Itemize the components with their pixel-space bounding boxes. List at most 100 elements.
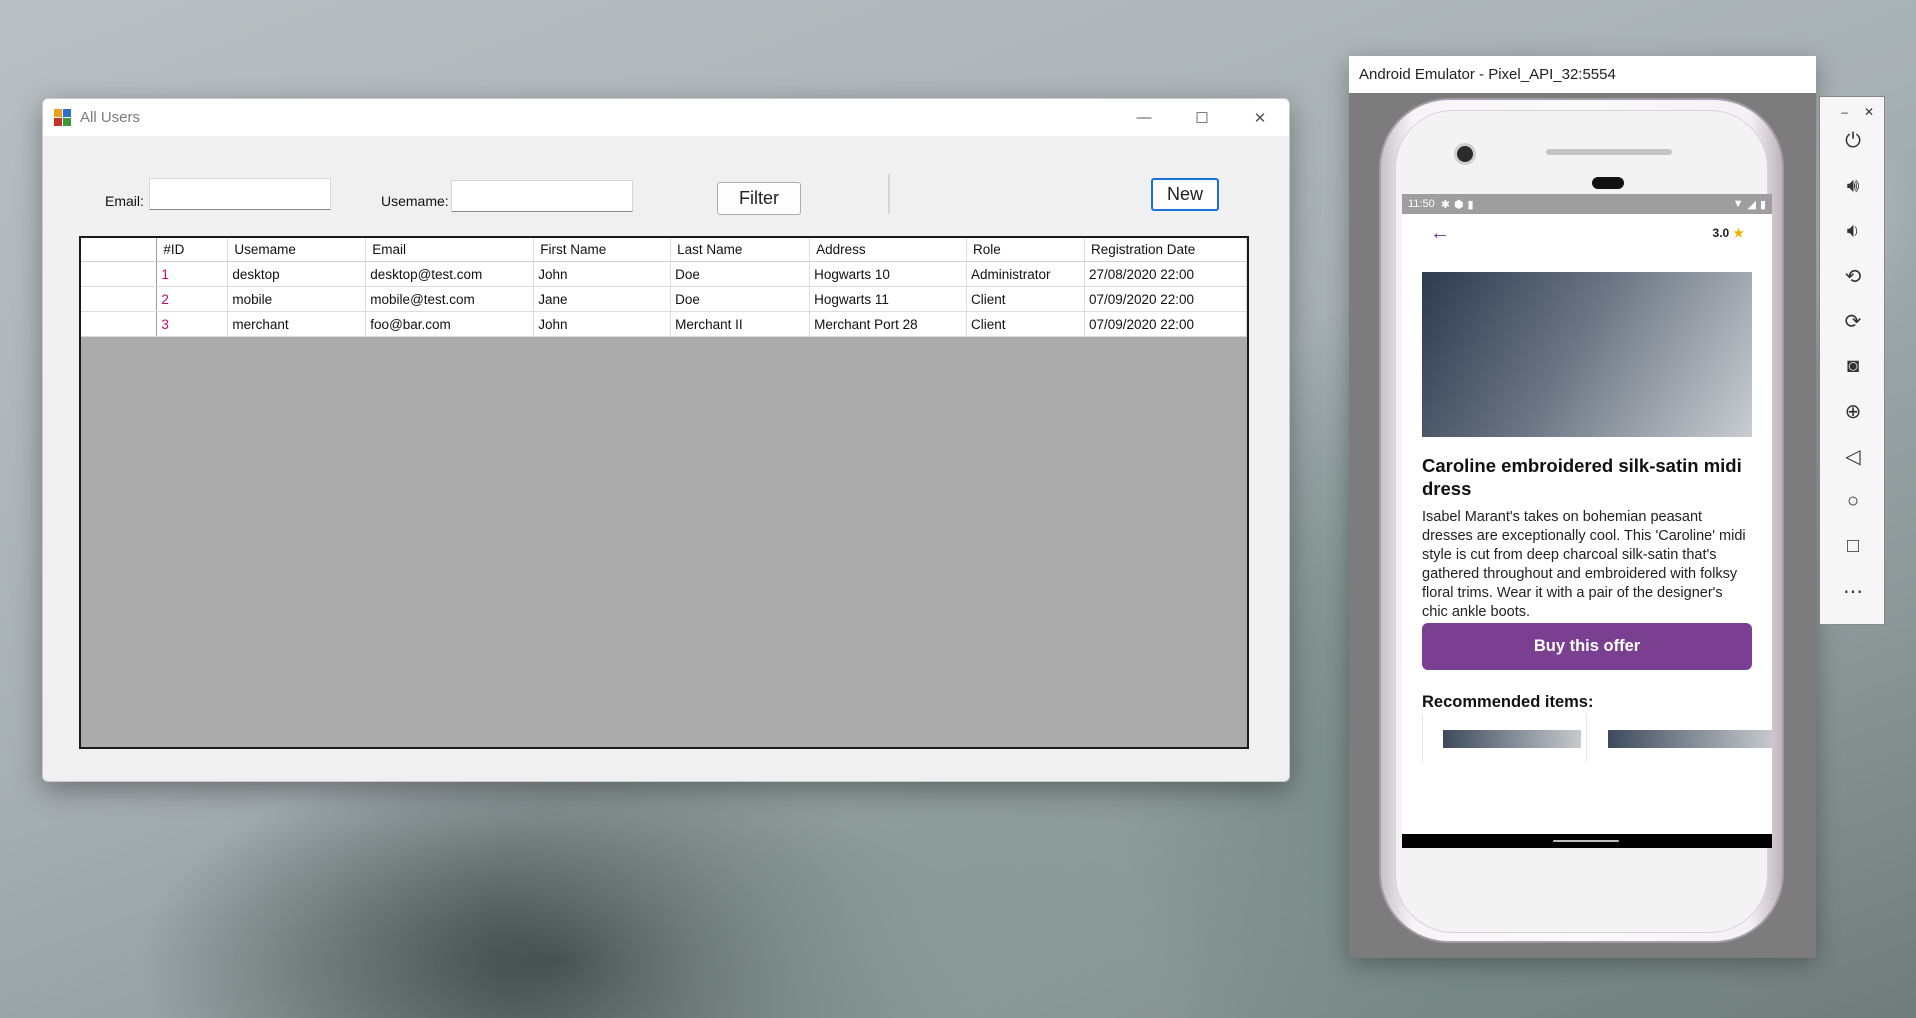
volume-up-icon[interactable]: 🔊︎ (1820, 164, 1886, 209)
cell-username[interactable]: merchant (227, 311, 367, 337)
cell-id[interactable]: 1 (156, 261, 229, 287)
column-header-first-name[interactable]: First Name (533, 238, 672, 262)
app-bar: ← 3.0 ★ (1402, 214, 1772, 258)
emulator-side-panel: – ✕ ⏻ 🔊︎ 🔉︎ ⟲ ⟳ ◙ ⊕ ◁ ○ □ ⋯ (1819, 96, 1885, 625)
cell-role[interactable]: Client (966, 286, 1085, 312)
email-label: Email: (105, 193, 144, 209)
rating-badge: 3.0 ★ (1713, 226, 1744, 240)
cell-role[interactable]: Client (966, 311, 1085, 337)
table-row[interactable]: 3 merchant foo@bar.com John Merchant II … (81, 311, 1248, 337)
zoom-icon[interactable]: ⊕ (1820, 389, 1886, 434)
cell-last-name[interactable]: Doe (670, 261, 811, 287)
column-header-registration-date[interactable]: Registration Date (1084, 238, 1248, 262)
star-icon: ★ (1733, 226, 1744, 240)
status-time: 11:50 (1408, 198, 1435, 210)
column-header-email[interactable]: Email (365, 238, 535, 262)
power-icon[interactable]: ⏻ (1820, 119, 1886, 164)
cell-first-name[interactable]: John (533, 311, 672, 337)
table-row[interactable]: 1 desktop desktop@test.com John Doe Hogw… (81, 261, 1248, 287)
row-header-corner (81, 238, 158, 262)
status-bar: 11:50 ✱ ⬢ ▮ ▼ ◢ ▮ (1402, 194, 1772, 214)
email-field[interactable] (149, 178, 331, 210)
grid-header-row: #ID Usemame Email First Name Last Name A… (81, 238, 1248, 262)
phone-screen[interactable]: 11:50 ✱ ⬢ ▮ ▼ ◢ ▮ ← 3.0 ★ Caroline embroi… (1402, 194, 1772, 848)
row-header[interactable] (81, 261, 158, 287)
settings-status-icon: ✱ (1440, 198, 1450, 211)
new-button[interactable]: New (1151, 178, 1219, 211)
rating-value: 3.0 (1712, 226, 1730, 240)
earpiece-speaker (1546, 149, 1672, 155)
cell-role[interactable]: Administrator (966, 261, 1085, 287)
gesture-nav-bar[interactable] (1402, 834, 1772, 848)
toolbar-separator (888, 174, 890, 214)
cell-first-name[interactable]: Jane (533, 286, 672, 312)
cell-address[interactable]: Hogwarts 10 (809, 261, 968, 287)
emulator-titlebar[interactable]: Android Emulator - Pixel_API_32:5554 (1349, 56, 1816, 93)
cell-email[interactable]: mobile@test.com (365, 286, 535, 312)
sd-card-status-icon: ▮ (1467, 198, 1474, 211)
camera-icon[interactable]: ◙ (1820, 344, 1886, 389)
cell-address[interactable]: Merchant Port 28 (809, 311, 968, 337)
cell-last-name[interactable]: Doe (670, 286, 811, 312)
recommended-item-card[interactable] (1586, 714, 1772, 762)
cell-first-name[interactable]: John (533, 261, 672, 287)
username-label: Usemame: (381, 193, 449, 209)
column-header-username[interactable]: Usemame (227, 238, 367, 262)
home-gesture-handle[interactable] (1553, 840, 1619, 842)
panel-close-icon[interactable]: ✕ (1864, 105, 1874, 119)
shield-status-icon: ⬢ (1453, 198, 1464, 211)
home-icon[interactable]: ○ (1820, 479, 1886, 524)
column-header-id[interactable]: #ID (156, 238, 229, 262)
back-icon[interactable]: ◁ (1820, 434, 1886, 479)
overview-icon[interactable]: □ (1820, 524, 1886, 569)
recommended-item-image (1608, 730, 1772, 748)
cell-username[interactable]: mobile (227, 286, 367, 312)
filter-bar: Email: Usemame: Filter New (43, 136, 1289, 226)
back-arrow-icon[interactable]: ← (1430, 222, 1450, 245)
volume-down-icon[interactable]: 🔉︎ (1820, 209, 1886, 254)
rotate-right-icon[interactable]: ⟳ (1820, 299, 1886, 344)
cell-id[interactable]: 2 (156, 286, 229, 312)
cell-registration-date[interactable]: 27/08/2020 22:00 (1084, 261, 1248, 287)
android-emulator-window: Android Emulator - Pixel_API_32:5554 11:… (1349, 56, 1816, 958)
column-header-last-name[interactable]: Last Name (670, 238, 811, 262)
battery-icon: ▮ (1759, 198, 1766, 211)
maximize-button[interactable]: ☐ (1173, 99, 1231, 136)
front-camera-icon (1454, 143, 1476, 165)
product-image (1422, 272, 1752, 437)
cell-address[interactable]: Hogwarts 11 (809, 286, 968, 312)
signal-icon: ◢ (1747, 198, 1756, 211)
window-titlebar[interactable]: All Users — ☐ ✕ (43, 99, 1289, 136)
table-row[interactable]: 2 mobile mobile@test.com Jane Doe Hogwar… (81, 286, 1248, 312)
cell-email[interactable]: foo@bar.com (365, 311, 535, 337)
buy-offer-button[interactable]: Buy this offer (1422, 623, 1752, 670)
cell-id[interactable]: 3 (156, 311, 229, 337)
column-header-address[interactable]: Address (809, 238, 968, 262)
cell-registration-date[interactable]: 07/09/2020 22:00 (1084, 286, 1248, 312)
column-header-role[interactable]: Role (966, 238, 1085, 262)
close-button[interactable]: ✕ (1231, 99, 1289, 136)
emulator-title: Android Emulator - Pixel_API_32:5554 (1359, 66, 1616, 83)
panel-minimize-icon[interactable]: – (1841, 105, 1848, 119)
minimize-button[interactable]: — (1115, 99, 1173, 136)
more-icon[interactable]: ⋯ (1820, 569, 1886, 614)
proximity-sensor (1592, 177, 1624, 189)
rotate-left-icon[interactable]: ⟲ (1820, 254, 1886, 299)
recommended-heading: Recommended items: (1422, 693, 1594, 711)
all-users-window: All Users — ☐ ✕ Email: Usemame: Filter N… (42, 98, 1290, 782)
product-description: Isabel Marant's takes on bohemian peasan… (1422, 509, 1746, 620)
cell-email[interactable]: desktop@test.com (365, 261, 535, 287)
recommended-item-card[interactable] (1422, 714, 1581, 762)
filter-button[interactable]: Filter (717, 182, 801, 215)
cell-registration-date[interactable]: 07/09/2020 22:00 (1084, 311, 1248, 337)
row-header[interactable] (81, 311, 158, 337)
users-grid[interactable]: #ID Usemame Email First Name Last Name A… (79, 236, 1249, 749)
phone-body: 11:50 ✱ ⬢ ▮ ▼ ◢ ▮ ← 3.0 ★ Caroline embroi… (1379, 98, 1784, 943)
username-field[interactable] (451, 180, 633, 212)
wifi-icon: ▼ (1732, 198, 1744, 210)
product-title: Caroline embroidered silk-satin midi dre… (1422, 455, 1742, 499)
row-header[interactable] (81, 286, 158, 312)
recommended-item-image (1443, 730, 1581, 748)
cell-last-name[interactable]: Merchant II (670, 311, 811, 337)
cell-username[interactable]: desktop (227, 261, 367, 287)
